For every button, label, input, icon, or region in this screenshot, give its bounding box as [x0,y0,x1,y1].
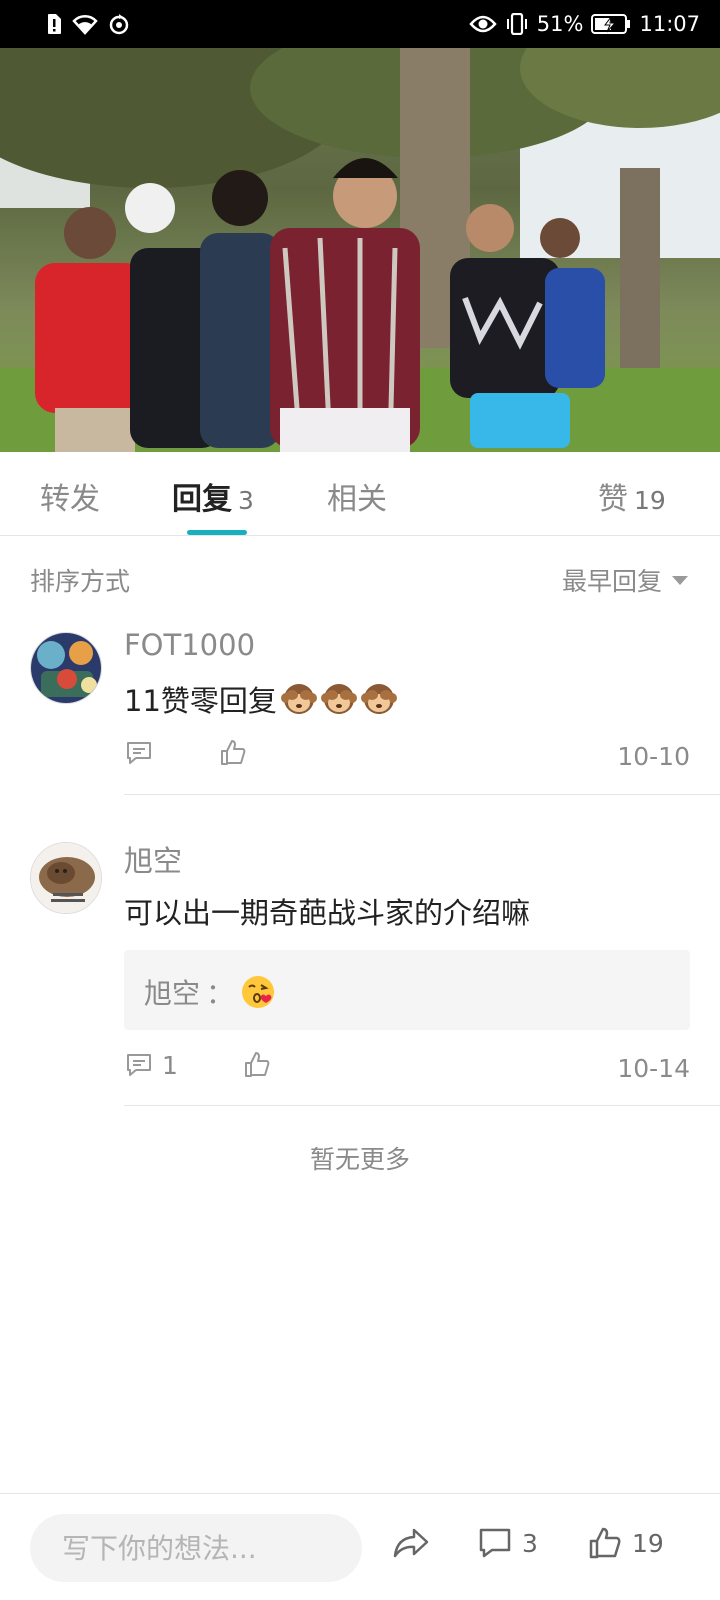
like-button[interactable]: 19 [588,1526,664,1560]
tab-active-indicator [187,530,247,535]
comment-body: 11赞零回复 [124,684,277,718]
tab-related[interactable]: 相关 [327,474,387,518]
face-blowing-kiss-icon [240,974,276,1010]
comment-bubble-icon [127,742,151,764]
chevron-down-icon [672,575,688,585]
eye-comfort-icon [469,14,497,34]
tab-forward-label: 转发 [40,482,100,517]
tab-likes-label: 赞 [598,482,628,517]
reply-count: 1 [162,1050,178,1080]
comment-username[interactable]: 旭空 [124,838,182,880]
see-no-evil-monkey-icon [280,681,317,717]
vibrate-icon [505,13,529,35]
comment-input[interactable] [30,1514,362,1582]
reply-preview-line: 旭空 ： [144,972,276,1012]
comment-count: 3 [522,1528,538,1558]
share-button[interactable] [392,1526,430,1560]
comment-body: 可以出一期奇葩战斗家的介绍嘛 [124,896,531,930]
comment-text: 11赞零回复 [124,678,397,720]
thumbs-up-icon [245,1052,270,1077]
reply-button[interactable] [124,738,154,768]
battery-percent: 51% [536,12,584,36]
avatar[interactable] [30,842,102,914]
clock: 11:07 [639,12,700,36]
tab-replies[interactable]: 回复 3 [172,474,254,518]
share-arrow-icon [393,1528,429,1558]
video-player[interactable] [0,48,720,452]
like-count: 19 [632,1528,664,1558]
status-bar: 51% 11:07 [0,0,720,48]
divider [124,1105,720,1106]
reply-separator: ： [206,977,235,1010]
reply-username: 旭空 [144,977,201,1010]
comment-username[interactable]: FOT1000 [124,628,255,662]
sort-label: 排序方式 [30,567,131,596]
tab-likes-count: 19 [634,486,666,515]
comment-bubble-icon [127,1054,151,1076]
sort-row: 排序方式 最早回复 [0,536,720,620]
comments-button[interactable]: 3 [478,1526,538,1560]
comment-date: 10-10 [617,742,690,771]
reply-preview[interactable]: 旭空 ： [124,950,690,1030]
tab-bar: 转发 回复 3 相关 赞 19 [0,452,720,536]
sort-selected-value: 最早回复 [561,567,662,596]
sync-icon [108,13,130,35]
no-more-text: 暂无更多 [309,1145,410,1174]
battery-charging-icon [591,13,631,35]
comment-actions: 10-10 [124,738,690,778]
thumbs-up-icon [221,740,246,765]
like-button[interactable] [218,738,248,768]
see-no-evil-monkey-icon [360,681,397,717]
avatar[interactable] [30,632,102,704]
comment-text: 可以出一期奇葩战斗家的介绍嘛 [124,890,530,932]
bottom-bar: 3 19 [0,1493,720,1600]
tab-forward[interactable]: 转发 [40,474,100,518]
tab-replies-count: 3 [238,486,254,515]
comment-date: 10-14 [617,1054,690,1083]
tab-likes[interactable]: 赞 19 [598,474,666,518]
wifi-icon [72,13,98,35]
sort-dropdown[interactable]: 最早回复 [562,562,688,598]
tab-related-label: 相关 [327,482,387,517]
comment-bubble-icon [479,1528,511,1558]
see-no-evil-monkey-icon [320,681,357,717]
reply-button[interactable]: 1 [124,1050,178,1080]
sim-alert-icon [46,13,62,35]
thumbs-up-icon [589,1527,621,1559]
video-thumbnail [0,48,720,452]
tab-replies-label: 回复 [172,482,232,517]
like-button[interactable] [242,1050,272,1080]
comment-actions: 1 10-14 [124,1050,690,1090]
divider [124,794,720,795]
